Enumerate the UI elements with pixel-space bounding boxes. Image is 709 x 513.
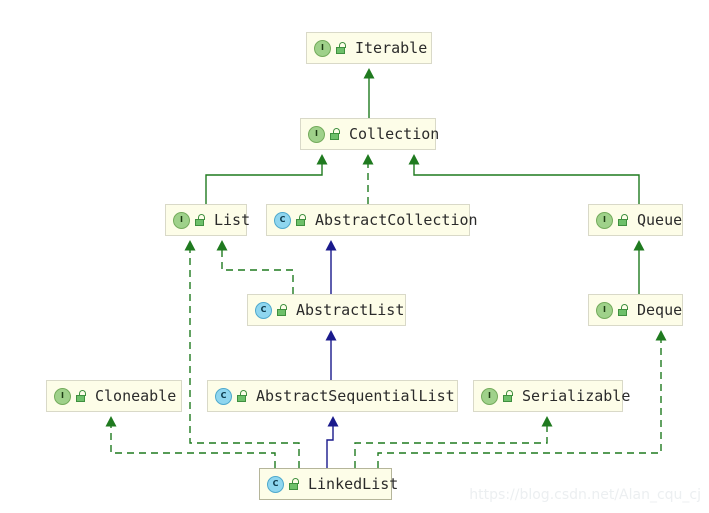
node-list[interactable]: I List xyxy=(165,204,251,236)
edge-queue-collection xyxy=(408,154,640,204)
node-label: LinkedList xyxy=(308,475,399,493)
node-icons: C xyxy=(215,387,247,405)
public-lock-icon xyxy=(295,214,306,226)
interface-badge-icon: I xyxy=(54,387,71,405)
public-lock-icon xyxy=(329,128,340,140)
public-lock-icon xyxy=(335,42,346,54)
edge-linkedlist-abstractsequentiallist xyxy=(326,416,339,468)
uml-class-diagram: I Iterable I Collection I List C Abstrac… xyxy=(0,0,709,513)
node-icons: C xyxy=(255,301,287,319)
node-label: Collection xyxy=(349,125,440,143)
node-icons: I xyxy=(314,39,346,57)
public-lock-icon xyxy=(75,390,86,402)
node-icons: C xyxy=(274,211,306,229)
watermark: https://blog.csdn.net/Alan_cqu_cj xyxy=(469,487,701,503)
interface-badge-icon: I xyxy=(596,211,613,229)
class-badge-icon: C xyxy=(255,301,272,319)
edge-linkedlist-list xyxy=(184,240,300,468)
node-deque[interactable]: I Deque xyxy=(588,294,683,326)
public-lock-icon xyxy=(288,478,299,490)
node-icons: I xyxy=(596,301,628,319)
node-label: Deque xyxy=(637,301,683,319)
edge-layer xyxy=(105,68,667,468)
node-cloneable[interactable]: I Cloneable xyxy=(46,380,182,412)
interface-badge-icon: I xyxy=(308,125,325,143)
node-icons: I xyxy=(481,387,513,405)
node-abstractcollection[interactable]: C AbstractCollection xyxy=(266,204,478,236)
class-badge-icon: C xyxy=(215,387,232,405)
public-lock-icon xyxy=(194,214,205,226)
node-label: Queue xyxy=(637,211,683,229)
interface-badge-icon: I xyxy=(173,211,190,229)
node-label: List xyxy=(214,211,251,229)
node-icons: I xyxy=(308,125,340,143)
node-queue[interactable]: I Queue xyxy=(588,204,683,236)
node-icons: C xyxy=(267,475,299,493)
interface-badge-icon: I xyxy=(481,387,498,405)
interface-badge-icon: I xyxy=(596,301,613,319)
node-icons: I xyxy=(54,387,86,405)
node-abstractsequentiallist[interactable]: C AbstractSequentialList xyxy=(207,380,458,412)
edge-linkedlist-cloneable xyxy=(105,416,276,468)
node-iterable[interactable]: I Iterable xyxy=(306,32,432,64)
interface-badge-icon: I xyxy=(314,39,331,57)
node-serializable[interactable]: I Serializable xyxy=(473,380,630,412)
node-icons: I xyxy=(173,211,205,229)
node-label: Serializable xyxy=(522,387,631,405)
node-abstractlist[interactable]: C AbstractList xyxy=(247,294,406,326)
public-lock-icon xyxy=(617,304,628,316)
node-label: AbstractSequentialList xyxy=(256,387,455,405)
node-collection[interactable]: I Collection xyxy=(300,118,440,150)
public-lock-icon xyxy=(502,390,513,402)
node-label: Cloneable xyxy=(95,387,177,405)
edge-abstractlist-list xyxy=(216,240,294,294)
node-icons: I xyxy=(596,211,628,229)
class-badge-icon: C xyxy=(274,211,291,229)
node-linkedlist[interactable]: C LinkedList xyxy=(259,468,398,500)
public-lock-icon xyxy=(276,304,287,316)
node-label: AbstractList xyxy=(296,301,405,319)
edge-linkedlist-serializable xyxy=(354,416,553,468)
node-label: Iterable xyxy=(355,39,428,57)
edge-list-collection xyxy=(205,154,328,204)
node-label: AbstractCollection xyxy=(315,211,478,229)
class-badge-icon: C xyxy=(267,475,284,493)
public-lock-icon xyxy=(236,390,247,402)
public-lock-icon xyxy=(617,214,628,226)
